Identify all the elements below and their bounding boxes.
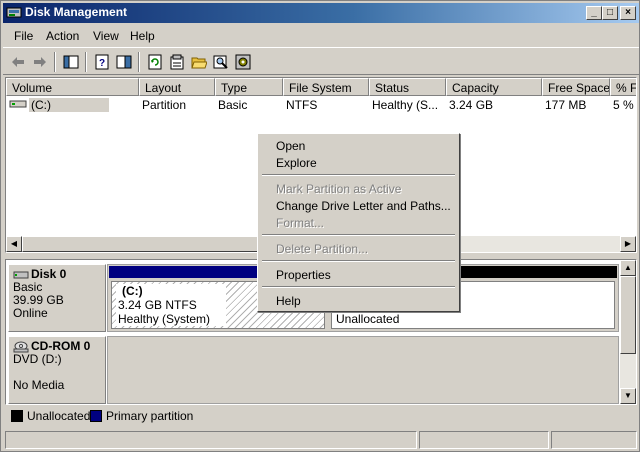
svg-text:?: ? [99,58,105,69]
status-bar [3,429,639,451]
column-header-volume[interactable]: Volume [6,78,139,96]
help-icon: ? [95,54,109,70]
properties-icon [170,54,184,70]
minimize-button[interactable]: _ [586,6,602,20]
cdrom-icon [13,341,29,352]
column-header-pct-free[interactable]: % Fr [610,78,636,96]
column-header-layout[interactable]: Layout [139,78,215,96]
open-button[interactable] [189,52,209,72]
toolbar-separator [85,52,87,72]
volume-free-space: 177 MB [545,98,587,112]
refresh-button[interactable] [145,52,165,72]
cdrom-type: DVD (D:) [13,352,62,366]
back-arrow-icon [12,57,24,67]
action-pane-button[interactable] [114,52,134,72]
context-menu-separator [262,260,455,262]
context-menu-help[interactable]: Help [276,294,301,308]
context-menu-explore[interactable]: Explore [276,156,317,170]
disk-icon [13,271,29,278]
properties-button[interactable] [167,52,187,72]
column-header-status[interactable]: Status [369,78,446,96]
context-menu-format: Format... [276,216,325,230]
volume-file-system: NTFS [286,98,318,112]
partition-c-label: (C:) [122,284,143,298]
close-button[interactable]: × [620,6,636,20]
legend: Unallocated Primary partition [5,407,637,425]
disk-settings-button[interactable] [233,52,253,72]
volume-layout: Partition [142,98,187,112]
context-menu-separator [262,174,455,176]
search-icon [213,55,228,69]
legend-label-unallocated: Unallocated [27,409,91,423]
vertical-scrollbar[interactable]: ▲ ▼ [620,260,636,404]
legend-label-primary: Primary partition [106,409,194,423]
disk-settings-icon [235,54,251,70]
back-button[interactable] [8,52,28,72]
scroll-down-button[interactable]: ▼ [620,388,636,404]
column-header-file-system[interactable]: File System [283,78,369,96]
legend-swatch-unallocated [11,410,23,422]
partition-c-detail: 3.24 GB NTFS [118,298,197,312]
forward-arrow-icon [34,57,46,67]
context-menu-open[interactable]: Open [276,139,305,153]
status-panel [5,431,417,449]
volume-type: Basic [218,98,248,112]
context-menu-delete-partition: Delete Partition... [276,242,369,256]
volume-status: Healthy (S... [372,98,439,112]
column-header-capacity[interactable]: Capacity [446,78,542,96]
disk-management-window: Disk Management _ □ × File Action View H… [0,0,640,452]
disk-0-label[interactable]: Disk 0 Basic 39.99 GB Online [8,264,106,332]
cdrom-state: No Media [13,378,65,392]
menu-help[interactable]: Help [130,29,155,43]
scroll-thumb[interactable] [620,276,636,354]
title-bar[interactable]: Disk Management _ □ × [3,3,639,23]
disk-state: Online [13,306,48,320]
volume-name: (C:) [29,98,109,112]
column-header-free-space[interactable]: Free Space [542,78,610,96]
cdrom-0-label[interactable]: CD-ROM 0 DVD (D:) No Media [8,336,106,404]
menu-view[interactable]: View [93,29,119,43]
legend-swatch-primary [90,410,102,422]
menu-action[interactable]: Action [46,29,79,43]
toolbar-separator [138,52,140,72]
volume-pct-free: 5 % [613,98,634,112]
disk-management-icon [6,7,22,18]
partition-c-status: Healthy (System) [118,312,211,326]
volume-capacity: 3.24 GB [449,98,494,112]
scroll-thumb[interactable] [22,236,262,252]
maximize-button[interactable]: □ [602,6,618,20]
window-title: Disk Management [25,5,128,19]
column-header-type[interactable]: Type [215,78,283,96]
scroll-left-button[interactable]: ◀ [6,236,22,252]
context-menu-mark-active: Mark Partition as Active [276,182,402,196]
search-button[interactable] [211,52,231,72]
status-panel [419,431,549,449]
show-hide-console-tree-icon [63,55,79,69]
context-menu-change-drive-letter[interactable]: Change Drive Letter and Paths... [276,199,451,213]
context-menu-separator [262,234,455,236]
toolbar: ? [3,47,639,75]
unallocated-label: Unallocated [336,312,400,326]
cdrom-0-area [107,336,619,404]
context-menu-separator [262,286,455,288]
forward-button[interactable] [30,52,50,72]
context-menu: Open Explore Mark Partition as Active Ch… [257,133,460,312]
action-pane-icon [116,55,132,69]
menu-bar: File Action View Help [3,25,639,47]
scroll-up-button[interactable]: ▲ [620,260,636,276]
show-hide-tree-button[interactable] [61,52,81,72]
refresh-icon [148,54,162,70]
drive-icon [9,100,27,108]
open-folder-icon [191,57,207,69]
help-button[interactable]: ? [92,52,112,72]
scroll-right-button[interactable]: ▶ [620,236,636,252]
menu-file[interactable]: File [14,29,33,43]
context-menu-properties[interactable]: Properties [276,268,331,282]
toolbar-separator [54,52,56,72]
status-panel [551,431,637,449]
